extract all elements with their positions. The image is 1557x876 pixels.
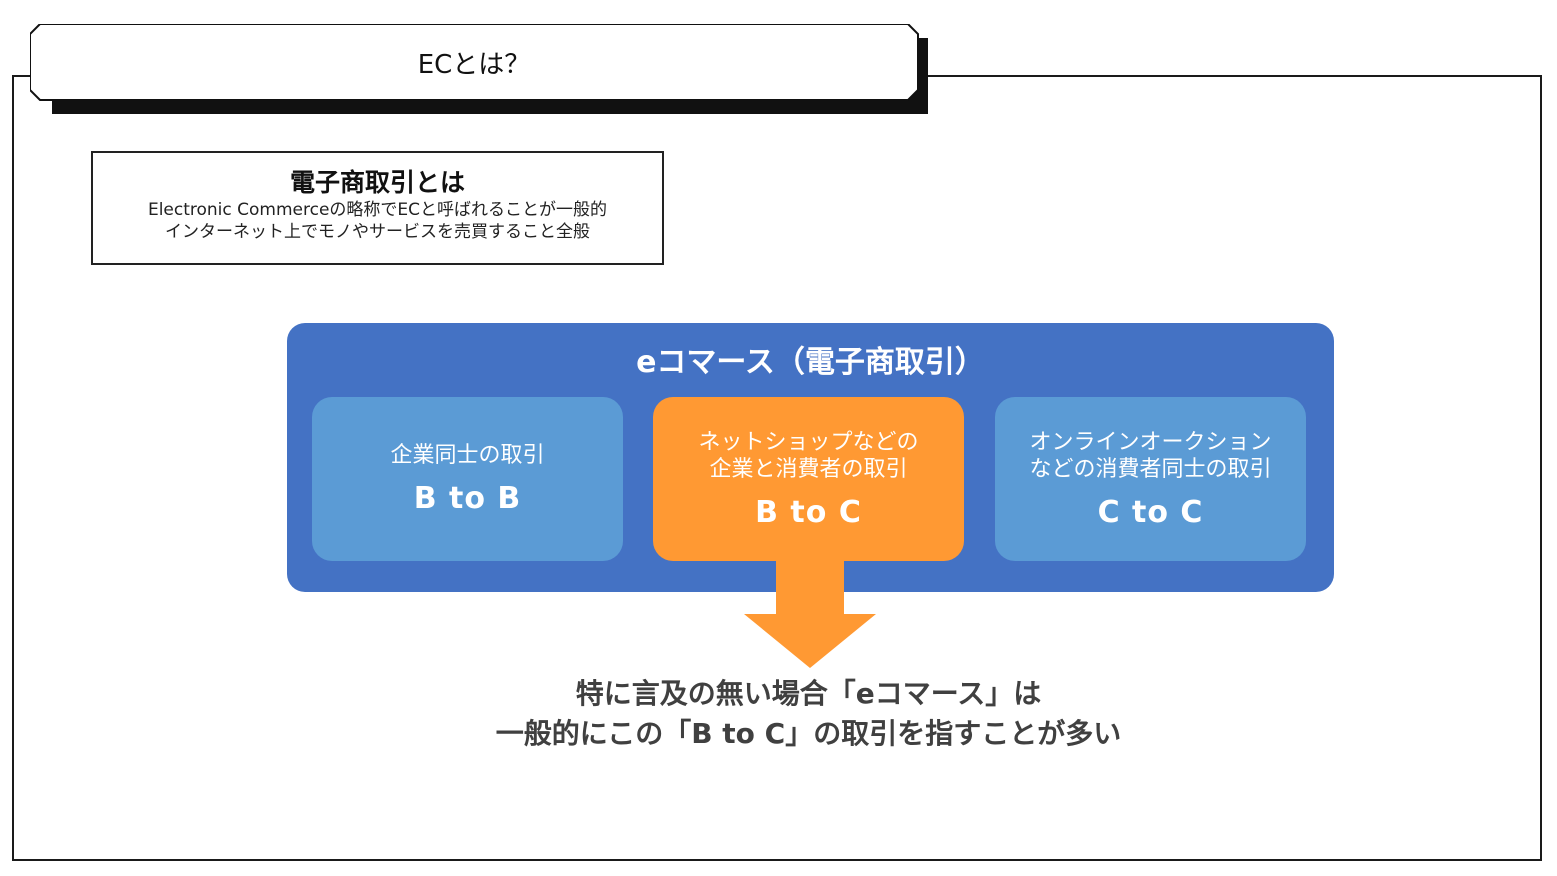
- c2c-description: オンラインオークション などの消費者同士の取引: [1029, 429, 1272, 482]
- definition-box: 電子商取引とは Electronic Commerceの略称でECと呼ばれること…: [91, 151, 664, 265]
- ecommerce-panel: eコマース（電子商取引） 企業同士の取引 B to B ネットショップなどの 企…: [287, 323, 1334, 592]
- page-title: ECとは？: [417, 49, 531, 80]
- summary-note: 特に言及の無い場合「eコマース」は 一般的にこの「B to C」の取引を指すこと…: [387, 674, 1230, 754]
- summary-line: 一般的にこの「B to C」の取引を指すことが多い: [495, 717, 1122, 750]
- slide: ECとは？ 電子商取引とは Electronic Commerceの略称でECと…: [0, 0, 1557, 876]
- definition-line: インターネット上でモノやサービスを売買すること全般: [165, 222, 590, 242]
- b2b-description: 企業同士の取引: [390, 443, 545, 468]
- b2b-card: 企業同士の取引 B to B: [312, 397, 623, 561]
- b2c-description: ネットショップなどの 企業と消費者の取引: [698, 429, 919, 482]
- definition-heading: 電子商取引とは: [289, 168, 465, 197]
- summary-line: 特に言及の無い場合「eコマース」は: [575, 677, 1042, 710]
- ecommerce-title: eコマース（電子商取引）: [636, 345, 985, 380]
- definition-line: Electronic Commerceの略称でECと呼ばれることが一般的: [147, 200, 608, 220]
- b2b-label: B to B: [413, 481, 522, 516]
- title-tab: ECとは？: [30, 24, 930, 116]
- down-arrow-icon: [744, 560, 876, 668]
- b2c-card: ネットショップなどの 企業と消費者の取引 B to C: [653, 397, 964, 561]
- b2c-label: B to C: [755, 494, 862, 530]
- c2c-label: C to C: [1097, 494, 1204, 530]
- c2c-card: オンラインオークション などの消費者同士の取引 C to C: [995, 397, 1306, 561]
